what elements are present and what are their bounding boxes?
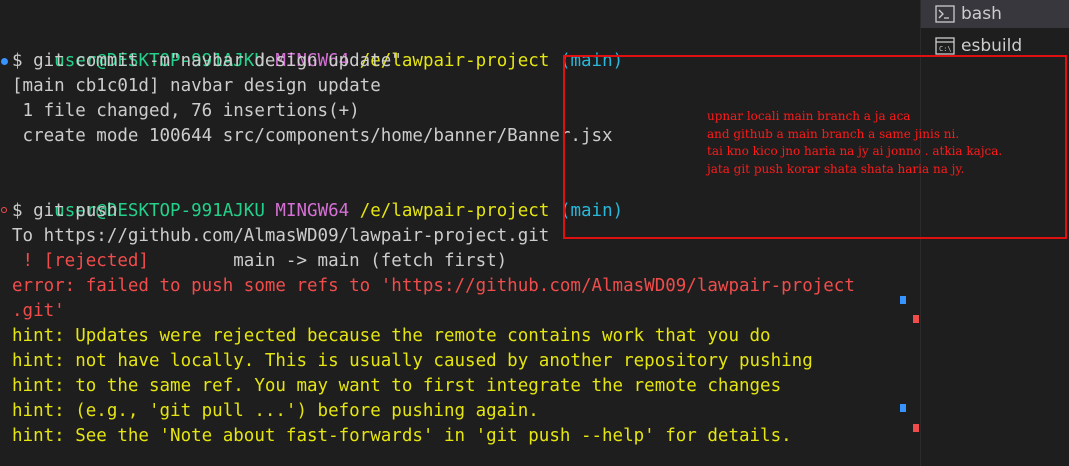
output-line: 1 file changed, 76 insertions(+) — [12, 101, 360, 121]
prompt-env: MINGW64 — [275, 201, 350, 221]
cmd-icon: C:\ — [935, 37, 955, 55]
hint-line: hint: Updates were rejected because the … — [12, 326, 771, 346]
rejected-line: ! [rejected] main -> main (fetch first) — [12, 249, 508, 274]
hint-line: hint: not have locally. This is usually … — [12, 351, 813, 371]
rejected-tag: ! [rejected] — [12, 251, 149, 271]
annotation-text: upnar locali main branch a ja aca and git… — [707, 108, 1002, 178]
error-line: error: failed to push some refs to 'http… — [12, 276, 855, 296]
output-line: create mode 100644 src/components/home/b… — [12, 126, 613, 146]
prompt-line: user@DESKTOP-991AJKU MINGW64 /e/lawpair-… — [12, 24, 623, 71]
annotation-line: and github a main branch a same jinis ni… — [707, 126, 960, 141]
scroll-marker — [913, 315, 919, 323]
terminal-tab-bash[interactable]: bash — [921, 0, 1069, 28]
hint-line: hint: See the 'Note about fast-forwards'… — [12, 426, 792, 446]
scroll-marker — [900, 296, 906, 304]
annotation-line: upnar locali main branch a ja aca — [707, 109, 911, 123]
prompt-path: /e/lawpair-project — [359, 201, 550, 221]
annotation-line: jata git push korar shata shata haria na… — [707, 161, 965, 176]
terminal-tab-label: esbuild — [961, 36, 1023, 56]
scroll-marker — [900, 404, 906, 412]
command-failed-dot-icon[interactable] — [1, 207, 7, 213]
command-success-dot-icon[interactable] — [1, 58, 8, 65]
command-line: $ git commit -m"navbar design update" — [12, 51, 402, 71]
terminal-tab-label: bash — [961, 4, 1002, 24]
output-line: To https://github.com/AlmasWD09/lawpair-… — [12, 226, 550, 246]
svg-text:C:\: C:\ — [939, 45, 952, 53]
prompt-line: user@DESKTOP-991AJKU MINGW64 /e/lawpair-… — [12, 174, 623, 221]
rejected-detail: main -> main (fetch first) — [148, 251, 508, 271]
command-line: $ git push — [12, 201, 118, 221]
annotation-line: tai kno kico jno haria na jy ai jonno . … — [707, 144, 1003, 158]
terminal-icon — [935, 5, 955, 23]
output-line: [main cb1c01d] navbar design update — [12, 76, 381, 96]
hint-line: hint: to the same ref. You may want to f… — [12, 376, 782, 396]
hint-line: hint: (e.g., 'git pull ...') before push… — [12, 401, 539, 421]
scroll-marker — [913, 424, 919, 432]
error-line: .git' — [12, 301, 65, 321]
